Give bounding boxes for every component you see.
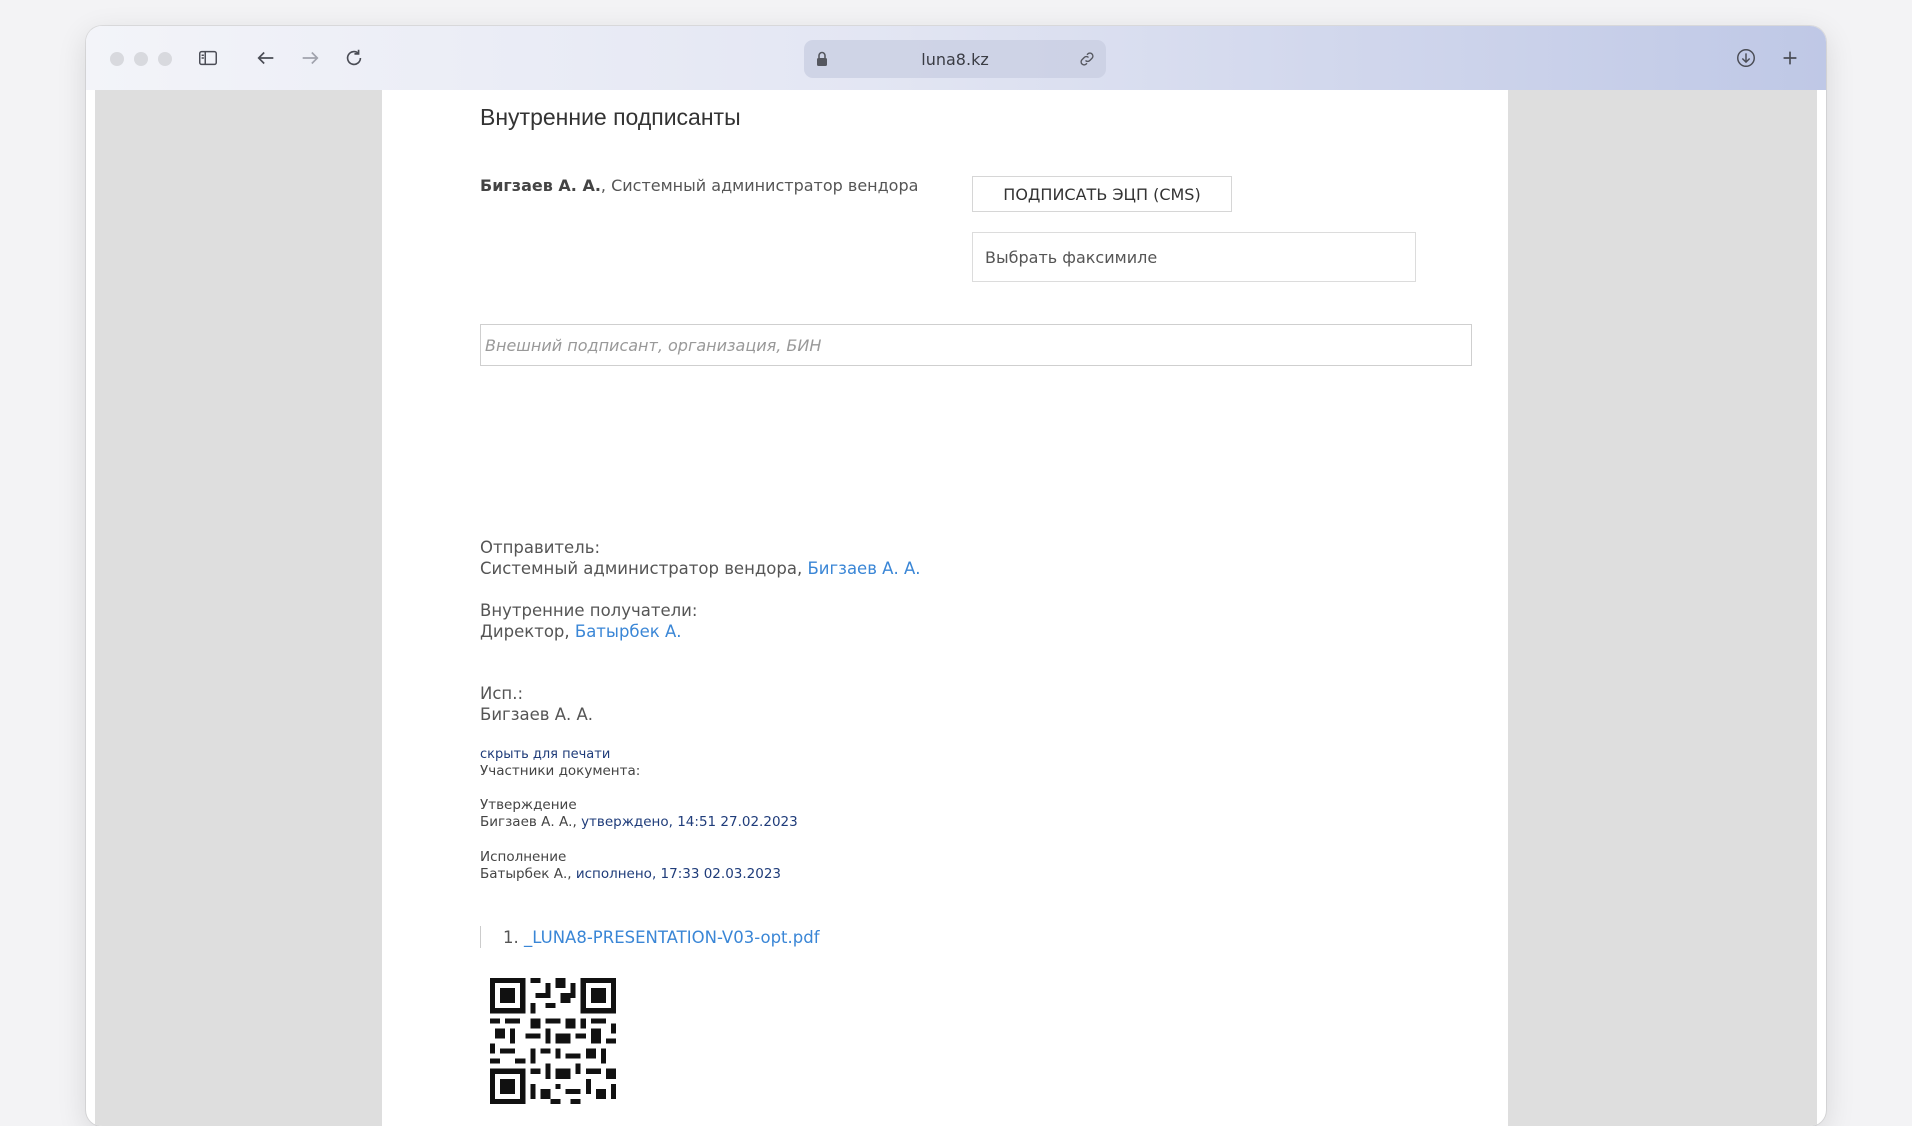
- signer-entry: Бигзаев А. А., Системный администратор в…: [480, 176, 918, 195]
- attachment-index: 1.: [503, 927, 519, 947]
- back-arrow-icon[interactable]: [252, 44, 280, 72]
- page-viewport[interactable]: Внутренние подписанты Бигзаев А. А., Сис…: [95, 90, 1817, 1126]
- browser-window: luna8.kz Внутренние подписанты Бигзаев А…: [86, 26, 1826, 1126]
- qr-code-icon: [490, 978, 616, 1104]
- hide-for-print-link[interactable]: скрыть для печати: [480, 747, 610, 762]
- internal-signers-heading: Внутренние подписанты: [480, 104, 741, 130]
- signer-role: , Системный администратор вендора: [600, 176, 919, 195]
- link-icon[interactable]: [1078, 50, 1096, 68]
- recipients-line: Директор, Батырбек А.: [480, 622, 682, 641]
- participants-label: Участники документа:: [480, 763, 641, 779]
- executor-name: Бигзаев А. А.: [480, 705, 594, 724]
- recipients-label: Внутренние получатели:: [480, 601, 698, 620]
- execution-person: Батырбек А.,: [480, 866, 576, 882]
- address-bar[interactable]: luna8.kz: [804, 40, 1106, 78]
- sign-eds-button[interactable]: ПОДПИСАТЬ ЭЦП (CMS): [972, 176, 1232, 212]
- close-window-button[interactable]: [110, 52, 124, 66]
- execution-status: исполнено, 17:33 02.03.2023: [575, 866, 782, 882]
- approval-title: Утверждение: [480, 797, 577, 813]
- executor-label: Исп.:: [480, 684, 524, 703]
- sender-line: Системный администратор вендора, Бигзаев…: [480, 559, 920, 578]
- external-signer-input[interactable]: Внешний подписант, организация, БИН: [480, 324, 1472, 366]
- signer-name: Бигзаев А. А.: [480, 176, 601, 195]
- recipient-name-link[interactable]: Батырбек А.: [575, 622, 682, 641]
- zoom-window-button[interactable]: [158, 52, 172, 66]
- download-icon[interactable]: [1732, 44, 1760, 72]
- lock-icon: [814, 50, 830, 68]
- recipient-role: Директор,: [480, 622, 575, 641]
- sender-role: Системный администратор вендора,: [480, 559, 808, 578]
- approval-status: утверждено, 14:51 27.02.2023: [581, 814, 798, 830]
- execution-line: Батырбек А., исполнено, 17:33 02.03.2023: [480, 866, 781, 882]
- url-text: luna8.kz: [921, 49, 989, 69]
- browser-toolbar: luna8.kz: [86, 26, 1826, 90]
- reload-icon[interactable]: [340, 44, 368, 72]
- minimize-window-button[interactable]: [134, 52, 148, 66]
- forward-arrow-icon[interactable]: [296, 44, 324, 72]
- document-page: Внутренние подписанты Бигзаев А. А., Сис…: [382, 90, 1508, 1126]
- execution-title: Исполнение: [480, 849, 567, 865]
- plus-icon[interactable]: [1776, 44, 1804, 72]
- sender-label: Отправитель:: [480, 538, 601, 557]
- sender-name-link[interactable]: Бигзаев А. А.: [807, 559, 920, 578]
- approval-line: Бигзаев А. А., утверждено, 14:51 27.02.2…: [480, 814, 798, 830]
- approval-person: Бигзаев А. А.,: [480, 814, 582, 830]
- facsimile-select[interactable]: Выбрать факсимиле: [972, 232, 1416, 282]
- sidebar-icon[interactable]: [194, 44, 222, 72]
- attachment-file-link[interactable]: _LUNA8-PRESENTATION-V03-opt.pdf: [524, 928, 820, 947]
- attachment-item: 1. _LUNA8-PRESENTATION-V03-opt.pdf: [480, 926, 820, 948]
